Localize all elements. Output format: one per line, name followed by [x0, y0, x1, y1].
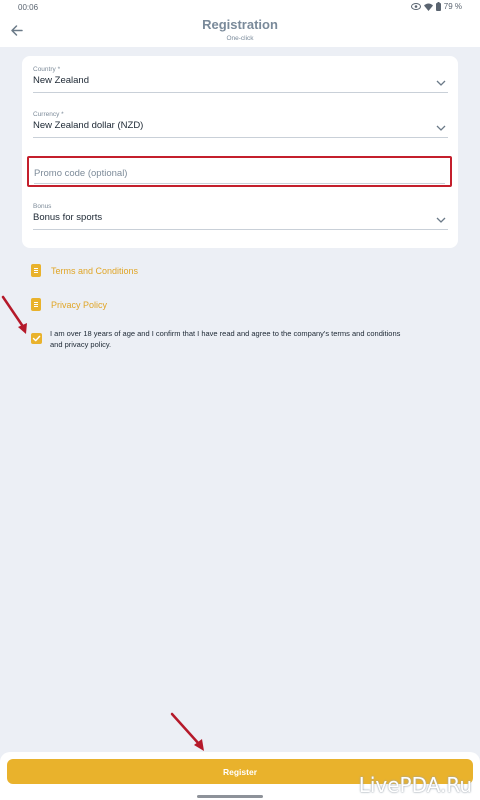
battery-icon	[435, 2, 441, 11]
status-time: 00:06	[18, 3, 39, 12]
bonus-value: Bonus for sports	[33, 212, 103, 223]
document-icon	[31, 298, 41, 311]
battery-percent: 79 %	[443, 2, 462, 11]
promo-underline	[34, 183, 445, 184]
bonus-underline	[33, 229, 448, 230]
document-icon	[31, 264, 41, 277]
agreement-text: I am over 18 years of age and I confirm …	[50, 329, 401, 349]
eye-icon	[410, 3, 421, 10]
promo-code-placeholder: Promo code (optional)	[34, 168, 128, 179]
privacy-link[interactable]: Privacy Policy	[31, 298, 107, 311]
page-subtitle: One-click	[226, 35, 254, 42]
bonus-label: Bonus	[33, 203, 52, 210]
agreement-checkbox[interactable]	[31, 333, 42, 344]
country-value: New Zealand	[33, 75, 89, 86]
page-title: Registration	[202, 17, 278, 32]
chevron-down-icon	[436, 80, 446, 86]
chevron-down-icon	[436, 125, 446, 131]
bonus-select[interactable]: Bonus Bonus for sports	[33, 203, 448, 230]
registration-form-card: Country * New Zealand Currency * New Zea…	[22, 56, 458, 248]
promo-code-input[interactable]: Promo code (optional)	[27, 156, 452, 187]
status-icons: 79 %	[410, 2, 462, 11]
terms-label: Terms and Conditions	[51, 265, 139, 276]
agreement-row: I am over 18 years of age and I confirm …	[31, 328, 431, 350]
currency-value: New Zealand dollar (NZD)	[33, 120, 144, 131]
annotation-arrow-register	[170, 712, 204, 751]
app-header: Registration One-click	[0, 14, 480, 47]
currency-select[interactable]: Currency * New Zealand dollar (NZD)	[33, 111, 448, 138]
country-underline	[33, 92, 448, 93]
country-select[interactable]: Country * New Zealand	[33, 66, 448, 93]
wifi-icon	[423, 3, 433, 11]
annotation-arrow-checkbox	[1, 295, 27, 334]
watermark: LivePDA.Ru	[358, 773, 472, 797]
chevron-down-icon	[436, 217, 446, 223]
currency-underline	[33, 137, 448, 138]
gesture-nav-handle[interactable]	[197, 795, 263, 798]
check-icon	[32, 335, 41, 342]
privacy-label: Privacy Policy	[51, 299, 108, 310]
terms-link[interactable]: Terms and Conditions	[31, 264, 138, 277]
status-bar: 00:06 79 %	[0, 0, 480, 14]
country-label: Country *	[33, 66, 61, 73]
currency-label: Currency *	[33, 111, 64, 118]
